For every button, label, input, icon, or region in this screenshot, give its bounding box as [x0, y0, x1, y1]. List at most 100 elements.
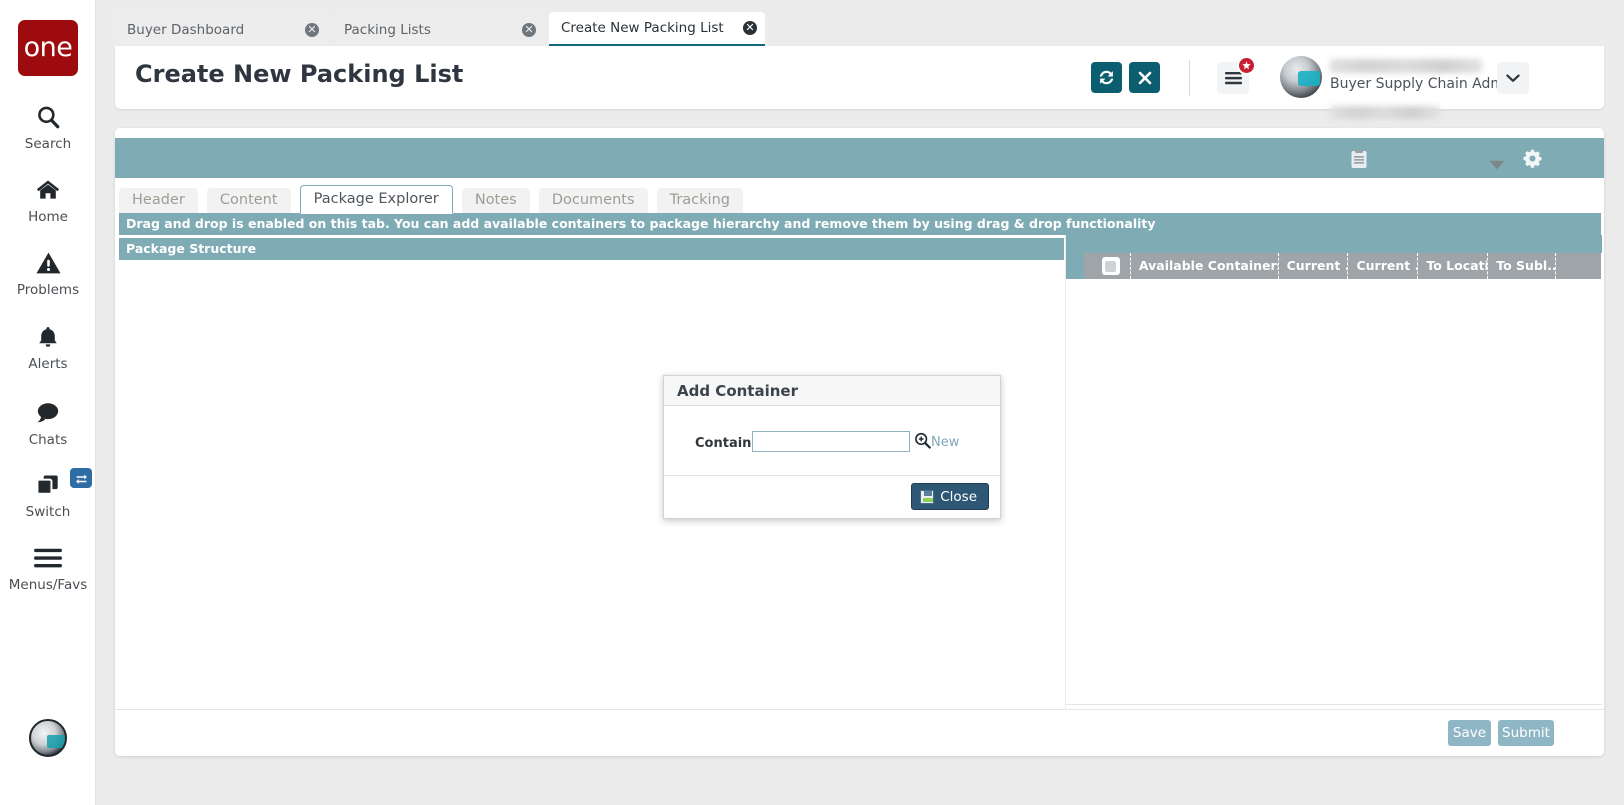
- sidebar-item-label: Switch: [25, 504, 71, 520]
- star-badge-icon: [1237, 56, 1256, 75]
- column-label: Current ...: [1286, 258, 1348, 273]
- browser-tab-buyer-dashboard[interactable]: Buyer Dashboard ✕: [115, 14, 327, 46]
- grid-header-row: Available Containers Current ... Current…: [1066, 253, 1601, 279]
- column-overflow: [1556, 253, 1601, 279]
- app-logo-text: one: [23, 31, 73, 63]
- swap-arrows-icon[interactable]: [70, 468, 92, 488]
- sidebar-item-label: Menus/Favs: [8, 577, 88, 593]
- tab-documents[interactable]: Documents: [538, 188, 648, 214]
- sidebar-item-label: Search: [24, 136, 72, 152]
- browser-tab-strip: Buyer Dashboard ✕ Packing Lists ✕ Create…: [96, 0, 1624, 46]
- close-circle-icon[interactable]: ✕: [743, 21, 757, 35]
- page-header: Create New Packing List Buyer Supply Cha…: [115, 46, 1604, 119]
- tab-header[interactable]: Header: [119, 188, 198, 214]
- column-to-subloc[interactable]: To Subl...: [1488, 253, 1557, 279]
- column-available-containers[interactable]: Available Containers: [1131, 253, 1279, 279]
- grid-gutter: [1066, 253, 1084, 279]
- new-container-link[interactable]: New: [931, 435, 959, 450]
- column-current-1[interactable]: Current ...: [1279, 253, 1349, 279]
- magnifier-plus-icon[interactable]: [914, 432, 931, 453]
- column-to-location[interactable]: To Locati...: [1418, 253, 1489, 279]
- caret-down-icon[interactable]: [1489, 155, 1505, 174]
- checkbox-icon: [1101, 257, 1120, 275]
- page-title: Create New Packing List: [135, 60, 464, 88]
- browser-tab-packing-lists[interactable]: Packing Lists ✕: [332, 14, 544, 46]
- sidebar-item-label: Chats: [28, 432, 68, 448]
- sidebar-item-home[interactable]: Home: [0, 173, 96, 225]
- save-floppy-icon: [920, 489, 935, 504]
- tab-label: Packing Lists: [344, 22, 431, 38]
- redacted-user-name: [1330, 59, 1482, 73]
- close-button[interactable]: Close: [911, 483, 989, 510]
- sidebar-item-chats[interactable]: Chats: [0, 396, 96, 448]
- sidebar-item-menus-favs[interactable]: Menus/Favs: [0, 541, 96, 593]
- column-label: Current ...: [1356, 258, 1417, 273]
- card-toolbar: [115, 138, 1604, 178]
- search-icon: [0, 100, 96, 134]
- browser-tab-create-new-packing-list[interactable]: Create New Packing List ✕: [549, 12, 765, 46]
- user-menu-button[interactable]: [1497, 62, 1529, 94]
- tab-label: Buyer Dashboard: [127, 22, 245, 38]
- save-button[interactable]: Save: [1448, 720, 1491, 746]
- sidebar-avatar[interactable]: [29, 719, 67, 757]
- app-logo[interactable]: one: [18, 20, 78, 76]
- close-x-icon: [1138, 71, 1151, 84]
- sidebar-item-alerts[interactable]: Alerts: [0, 320, 96, 372]
- column-label: To Subl...: [1496, 258, 1557, 273]
- sidebar-item-switch[interactable]: Switch: [0, 468, 96, 520]
- dialog-title: Add Container: [664, 376, 1000, 406]
- drag-drop-info-banner: Drag and drop is enabled on this tab. Yo…: [119, 213, 1601, 235]
- refresh-icon: [1099, 70, 1114, 85]
- refresh-button[interactable]: [1091, 62, 1122, 93]
- tab-label: Notes: [474, 192, 517, 208]
- column-current-2[interactable]: Current ...: [1348, 253, 1419, 279]
- user-avatar[interactable]: [1280, 56, 1322, 98]
- close-circle-icon[interactable]: ✕: [305, 23, 319, 37]
- warning-triangle-icon: [0, 246, 96, 280]
- submit-button[interactable]: Submit: [1498, 720, 1554, 746]
- select-all-checkbox[interactable]: [1084, 253, 1131, 279]
- column-label: To Locati...: [1426, 258, 1489, 273]
- redacted-user-org: [1330, 106, 1440, 119]
- chat-bubble-icon: [0, 396, 96, 430]
- grid-rows[interactable]: [1066, 279, 1601, 704]
- tab-label: Package Explorer: [313, 191, 439, 207]
- close-circle-icon[interactable]: ✕: [522, 23, 536, 37]
- card-tabs: Header Content Package Explorer Notes Do…: [119, 185, 747, 214]
- available-containers-pane: Available Containers Current ... Current…: [1065, 235, 1602, 730]
- dialog-footer: Close: [664, 475, 1000, 518]
- clipboard-icon[interactable]: [1350, 149, 1368, 173]
- header-divider: [1189, 60, 1190, 96]
- cancel-button[interactable]: [1129, 62, 1160, 93]
- tab-notes[interactable]: Notes: [461, 188, 530, 214]
- tab-label: Create New Packing List: [561, 20, 724, 36]
- user-role-label: Buyer Supply Chain Admin: [1330, 76, 1517, 92]
- column-label: Available Containers: [1138, 258, 1279, 273]
- hamburger-menu-icon: [1224, 71, 1242, 85]
- home-icon: [0, 173, 96, 207]
- chevron-down-icon: [1506, 74, 1520, 82]
- sidebar-item-label: Home: [28, 209, 68, 225]
- sidebar-item-label: Alerts: [28, 356, 68, 372]
- tab-label: Content: [219, 192, 278, 208]
- close-button-label: Close: [940, 488, 977, 505]
- grid-top-spacer: [1066, 235, 1602, 253]
- tab-tracking[interactable]: Tracking: [656, 188, 743, 214]
- bell-icon: [0, 320, 96, 354]
- tab-label: Tracking: [669, 192, 730, 208]
- dialog-body: Container: New: [664, 406, 1000, 476]
- gear-icon[interactable]: [1523, 149, 1542, 172]
- card-footer: Save Submit: [115, 709, 1604, 756]
- tab-label: Header: [132, 192, 185, 208]
- sidebar-item-problems[interactable]: Problems: [0, 246, 96, 298]
- tab-label: Documents: [551, 192, 635, 208]
- add-container-dialog: Add Container Container: New Close: [663, 375, 1001, 519]
- tab-package-explorer[interactable]: Package Explorer: [299, 185, 453, 214]
- container-input[interactable]: [752, 431, 910, 452]
- hamburger-icon: [0, 541, 96, 575]
- left-sidebar: one Search Home Problems Alerts Chats Sw…: [0, 0, 96, 805]
- package-structure-header: Package Structure: [119, 238, 1064, 260]
- tab-content[interactable]: Content: [206, 188, 291, 214]
- sidebar-item-label: Problems: [16, 282, 80, 298]
- sidebar-item-search[interactable]: Search: [0, 100, 96, 152]
